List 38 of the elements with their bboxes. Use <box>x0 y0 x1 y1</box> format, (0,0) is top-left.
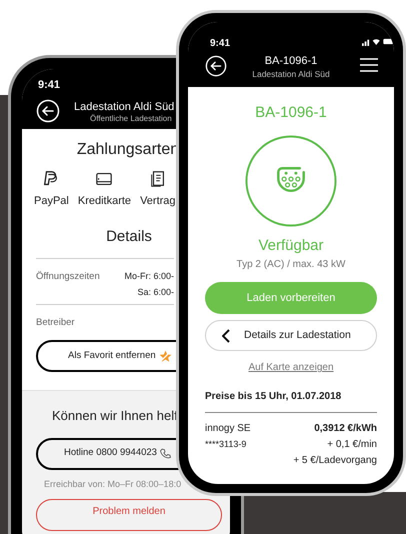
credit-card-icon <box>95 170 114 188</box>
status-time: 9:41 <box>38 78 60 93</box>
status-icons <box>362 37 394 46</box>
price-line: + 5 €/Ladevorgang <box>293 454 377 468</box>
map-link[interactable]: Auf Karte anzeigen <box>248 360 334 375</box>
menu-icon <box>360 58 378 72</box>
station-details-button[interactable]: Details zur Ladestation <box>205 320 377 351</box>
detail-value: Mo-Fr: 6:00- <box>124 270 174 283</box>
back-button[interactable] <box>205 55 227 77</box>
status-time: 9:41 <box>210 37 230 51</box>
report-problem-button[interactable]: Problem melden <box>36 499 222 531</box>
prices-heading: Preise bis 15 Uhr, 01.07.2018 <box>205 389 377 413</box>
chevron-left-icon <box>222 328 230 342</box>
section-title: Zahlungsarten <box>76 140 180 160</box>
header-subtitle: Öffentliche Ladestation <box>90 113 172 125</box>
provider-name: innogy SE <box>205 422 251 436</box>
header-title: BA-1096-1 <box>264 54 318 69</box>
detail-label: Öffnungszeiten <box>36 270 100 284</box>
price-line: + 0,1 €/min <box>327 438 377 452</box>
detail-label: Betreiber <box>36 316 75 330</box>
menu-button[interactable] <box>360 58 378 72</box>
charging-plug-icon <box>245 134 337 226</box>
status-label: Verfügbar <box>258 236 324 256</box>
detail-value: Sa: 6:00- <box>137 286 174 298</box>
payment-method-label[interactable]: PayPal <box>34 193 69 210</box>
connector-info: Typ 2 (AC) / max. 43 kW <box>236 258 346 272</box>
back-button[interactable] <box>36 99 60 123</box>
header-title: Ladestation Aldi Süd <box>74 100 174 114</box>
document-icon <box>148 170 167 188</box>
availability-text: Erreichbar von: Mo–Fr 08:00–18:0 <box>43 478 182 490</box>
phone-icon <box>160 448 171 459</box>
payment-method-label[interactable]: Vertrag <box>140 193 176 210</box>
price-line: 0,3912 €/kWh <box>314 422 377 436</box>
star-slash-icon <box>158 350 172 362</box>
header-subtitle: Ladestation Aldi Süd <box>251 68 331 81</box>
payment-method-label[interactable]: Kreditkarte <box>78 193 132 210</box>
section-title: Details <box>105 226 153 246</box>
station-id: BA-1096-1 <box>255 103 327 123</box>
